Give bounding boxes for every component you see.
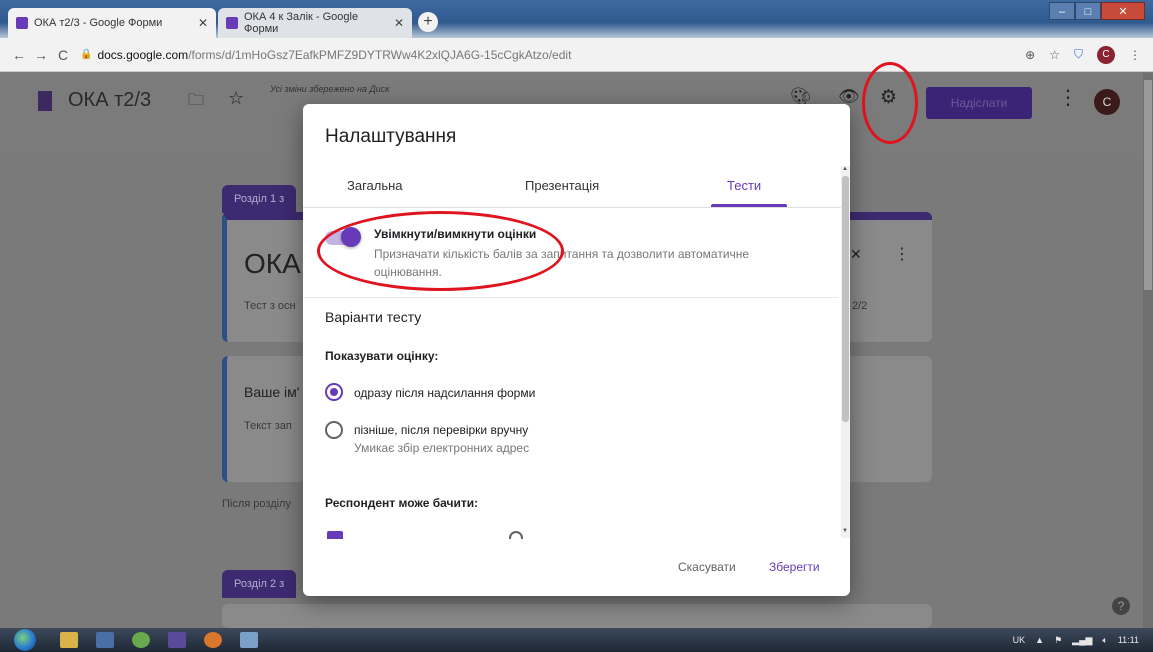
tab-presentation[interactable]: Презентація	[525, 178, 599, 193]
start-button-icon[interactable]	[14, 629, 36, 651]
media-icon[interactable]	[168, 632, 186, 648]
new-tab-button[interactable]: +	[418, 12, 438, 32]
respondent-checkbox[interactable]	[327, 531, 343, 539]
form-title[interactable]: ОКА т2/3	[68, 89, 151, 112]
show-grade-heading: Показувати оцінку:	[325, 349, 439, 363]
red-annotation-oval	[317, 211, 564, 291]
forward-icon[interactable]: →	[30, 47, 52, 63]
bookmark-star-icon[interactable]: ☆	[1049, 48, 1060, 62]
url-host: docs.google.com	[97, 47, 189, 62]
close-tab-icon[interactable]: ✕	[198, 16, 208, 30]
divider	[303, 297, 838, 298]
maximize-icon[interactable]: □	[1075, 2, 1101, 20]
chrome-icon[interactable]	[132, 632, 150, 648]
clock[interactable]: 11:11	[1118, 635, 1139, 645]
scroll-up-arrow-icon[interactable]: ▲	[842, 166, 848, 172]
network-icon[interactable]: ▂▄▆	[1072, 635, 1092, 646]
active-tab-indicator	[711, 204, 787, 207]
star-icon[interactable]: ☆	[228, 88, 244, 109]
user-avatar[interactable]: C	[1094, 89, 1120, 115]
question-title-bg: Ваше ім'	[244, 384, 300, 400]
radio-immediately[interactable]	[325, 383, 343, 401]
extension-shield-icon[interactable]: ⛉	[1074, 47, 1083, 62]
google-forms-favicon-icon	[226, 17, 238, 29]
language-indicator[interactable]: UK	[1013, 635, 1026, 645]
tab-general[interactable]: Загальна	[347, 178, 403, 193]
saved-status: Усі зміни збережено на Диск	[270, 84, 390, 94]
browser-tab-strip: ОКА т2/3 - Google Форми ✕ ОКА 4 к Залік …	[0, 0, 1153, 38]
section-badge: Розділ 1 з	[222, 185, 297, 213]
dialog-body: Увімкнути/вимкнути оцінки Призначати кіл…	[303, 209, 838, 539]
more-options-icon[interactable]: ⋮	[1058, 85, 1078, 110]
respondent-can-see-heading: Респондент може бачити:	[325, 496, 479, 510]
save-disk-icon[interactable]	[96, 632, 114, 648]
radio-immediately-label[interactable]: одразу після надсилання форми	[354, 386, 535, 400]
explorer-icon[interactable]	[60, 632, 78, 648]
url-path: /forms/d/1mHoGsz7EafkPMFZ9DYTRWw4K2xlQJA…	[188, 47, 572, 62]
save-button[interactable]: Зберегти	[769, 560, 820, 574]
minimize-icon[interactable]: –	[1049, 2, 1075, 20]
url-field[interactable]: 🔒 docs.google.com /forms/d/1mHoGsz7EafkP…	[80, 48, 571, 62]
profile-avatar[interactable]: C	[1097, 45, 1115, 64]
settings-tabs: Загальна Презентація Тести	[303, 166, 843, 208]
browser-menu-icon[interactable]: ⋮	[1129, 48, 1141, 62]
window-controls: – □ ✕	[1049, 2, 1145, 20]
volume-icon[interactable]: 🔈︎	[1102, 635, 1107, 646]
cancel-button[interactable]: Скасувати	[678, 560, 736, 574]
form-description-bg: Тест з осн	[244, 300, 296, 312]
scroll-down-arrow-icon[interactable]: ▼	[842, 528, 848, 534]
answer-placeholder-bg: Текст зап	[244, 420, 292, 432]
radio-later[interactable]	[325, 421, 343, 439]
tab-quizzes[interactable]: Тести	[727, 178, 761, 193]
close-tab-icon[interactable]: ✕	[394, 16, 404, 30]
browser-tab-title: ОКА 4 к Залік - Google Форми	[244, 11, 359, 35]
collapse-icon: ✕	[850, 246, 862, 262]
section2-card	[222, 604, 932, 628]
send-button[interactable]: Надіслати	[926, 87, 1032, 119]
address-bar: ← → C 🔒 docs.google.com /forms/d/1mHoGsz…	[0, 38, 1153, 72]
form-title-bg: ОКА	[244, 248, 301, 279]
back-icon[interactable]: ←	[8, 47, 30, 63]
folder-icon[interactable]: 🗀	[188, 89, 204, 116]
close-window-icon[interactable]: ✕	[1101, 2, 1145, 20]
flag-icon[interactable]: ⚑	[1054, 635, 1062, 646]
google-forms-favicon-icon	[16, 17, 28, 29]
firefox-icon[interactable]	[204, 632, 222, 648]
system-tray: UK ▲ ⚑ ▂▄▆ 🔈︎ 11:11	[1013, 635, 1153, 646]
page-scrollbar-thumb[interactable]	[1144, 80, 1152, 290]
window-thumbnail-icon[interactable]	[240, 632, 258, 648]
radio-later-label[interactable]: пізніше, після перевірки вручну	[354, 423, 528, 437]
card-more-icon: ⋮	[894, 246, 910, 263]
dialog-title: Налаштування	[325, 126, 457, 147]
respondent-option-peek[interactable]	[509, 531, 523, 539]
lock-icon: 🔒	[80, 49, 93, 60]
browser-tab-oka-t2-3[interactable]: ОКА т2/3 - Google Форми ✕	[8, 8, 216, 38]
reload-icon[interactable]: C	[52, 47, 74, 63]
red-annotation-circle	[862, 62, 918, 144]
after-section-bg: Після розділу	[222, 498, 291, 510]
points-fragment: 2/2	[852, 300, 868, 312]
tray-expand-icon[interactable]: ▲	[1035, 635, 1044, 645]
windows-taskbar: UK ▲ ⚑ ▂▄▆ 🔈︎ 11:11	[0, 628, 1153, 652]
settings-dialog: Налаштування Загальна Презентація Тести …	[303, 104, 850, 596]
browser-tab-title: ОКА т2/3 - Google Форми	[34, 17, 163, 29]
zoom-icon[interactable]: ⊕	[1025, 48, 1035, 62]
help-icon[interactable]: ?	[1112, 597, 1130, 615]
radio-later-hint: Умикає збір електронних адрес	[354, 441, 530, 455]
dialog-scrollbar-thumb[interactable]	[842, 176, 849, 422]
section-badge: Розділ 2 з	[222, 570, 297, 598]
forms-doc-icon	[38, 91, 52, 111]
browser-tab-oka-4[interactable]: ОКА 4 к Залік - Google Форми ✕	[218, 8, 412, 38]
quiz-options-heading: Варіанти тесту	[325, 309, 422, 325]
